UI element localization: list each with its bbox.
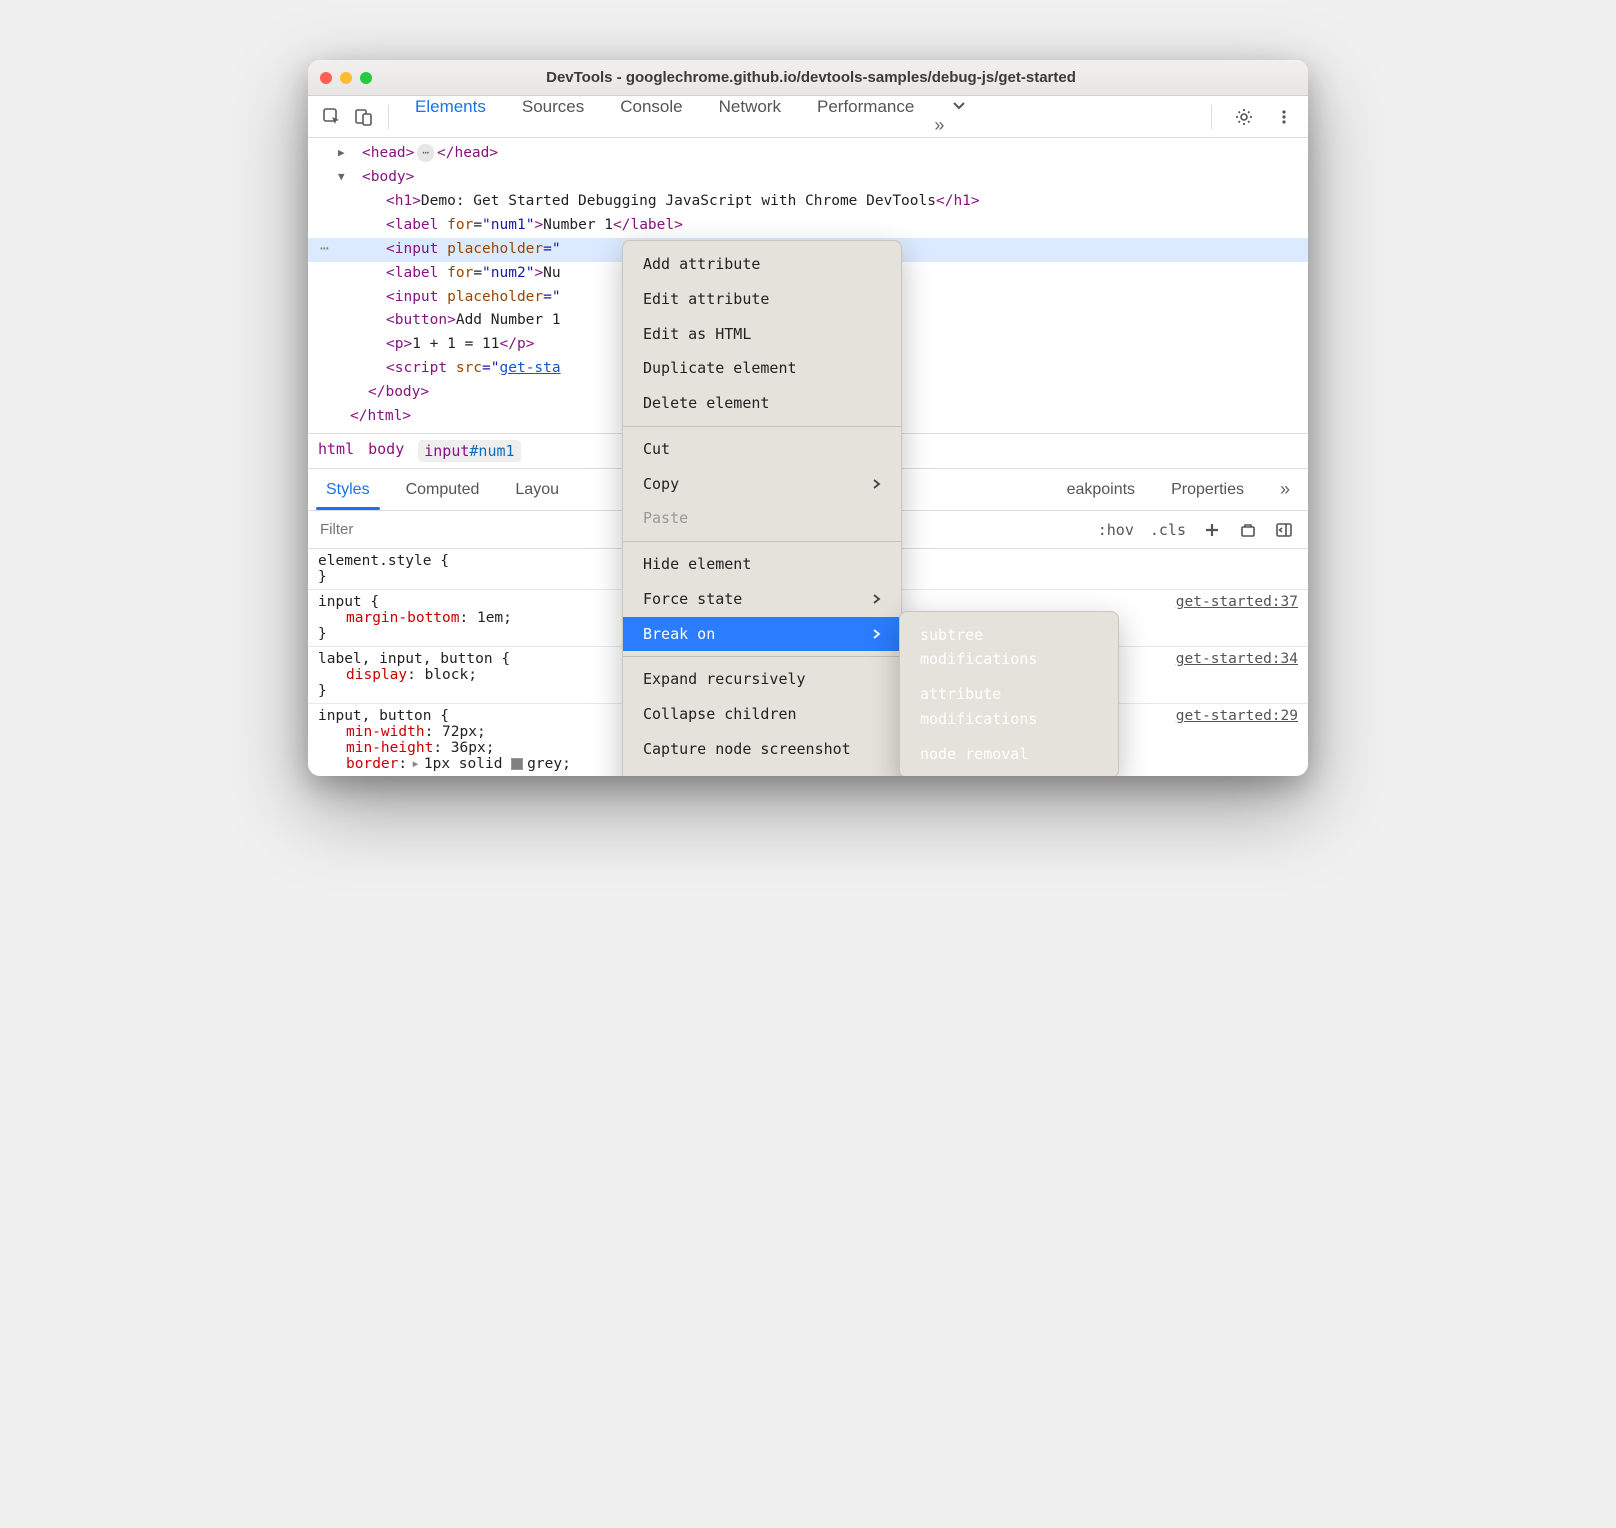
ctx-scroll-into-view[interactable]: Scroll into view — [623, 767, 901, 777]
rule-source-link[interactable]: get-started:34 — [1176, 651, 1298, 667]
rule-source-link[interactable]: get-started:29 — [1176, 708, 1298, 724]
context-submenu-break-on: subtree modifications attribute modifica… — [899, 611, 1119, 777]
new-style-rule-icon[interactable] — [1202, 520, 1222, 540]
ptab-computed[interactable]: Computed — [388, 471, 498, 509]
ctx-node-removal[interactable]: node removal — [900, 737, 1118, 772]
chevron-right-icon — [871, 478, 881, 490]
ctx-edit-attribute[interactable]: Edit attribute — [623, 282, 901, 317]
window-title: DevTools - googlechrome.github.io/devtoo… — [386, 69, 1296, 86]
color-swatch-icon[interactable] — [511, 758, 523, 770]
ctx-copy[interactable]: Copy — [623, 467, 901, 502]
gear-icon[interactable] — [1228, 101, 1260, 133]
expand-shorthand-icon[interactable]: ▸ — [411, 756, 420, 772]
ctx-paste: Paste — [623, 501, 901, 536]
ctx-duplicate-element[interactable]: Duplicate element — [623, 351, 901, 386]
line-actions-icon[interactable] — [320, 238, 358, 262]
rule-source-link[interactable]: get-started:37 — [1176, 594, 1298, 610]
dom-node-body-open[interactable]: ▼<body> — [308, 166, 1308, 190]
ctx-cut[interactable]: Cut — [623, 432, 901, 467]
devtools-window: DevTools - googlechrome.github.io/devtoo… — [308, 60, 1308, 776]
ptab-breakpoints[interactable]: eakpoints — [1049, 471, 1154, 509]
inspect-element-icon[interactable] — [316, 101, 348, 133]
hov-toggle[interactable]: :hov — [1098, 521, 1134, 539]
ctx-separator — [623, 656, 901, 657]
toggle-sidebar-icon[interactable] — [1274, 520, 1294, 540]
ctx-attribute-modifications[interactable]: attribute modifications — [900, 677, 1118, 737]
main-toolbar: Elements Sources Console Network Perform… — [308, 96, 1308, 138]
ctx-add-attribute[interactable]: Add attribute — [623, 247, 901, 282]
dom-node-label1[interactable]: <label for="num1">Number 1</label> — [308, 214, 1308, 238]
crumb-input-num1[interactable]: input#num1 — [418, 440, 520, 462]
ptab-properties[interactable]: Properties — [1153, 471, 1262, 509]
ptab-overflow-icon[interactable]: » — [1262, 469, 1308, 510]
ctx-expand-recursively[interactable]: Expand recursively — [623, 662, 901, 697]
toolbar-separator — [388, 105, 389, 129]
ctx-break-on[interactable]: Break on subtree modifications attribute… — [623, 617, 901, 652]
computed-styles-icon[interactable] — [1238, 520, 1258, 540]
ctx-separator — [623, 426, 901, 427]
kebab-menu-icon[interactable] — [1268, 101, 1300, 133]
ctx-force-state[interactable]: Force state — [623, 582, 901, 617]
ptab-styles[interactable]: Styles — [308, 471, 388, 509]
close-window-button[interactable] — [320, 72, 332, 84]
crumb-body[interactable]: body — [368, 440, 404, 462]
ctx-hide-element[interactable]: Hide element — [623, 547, 901, 582]
ctx-delete-element[interactable]: Delete element — [623, 386, 901, 421]
ctx-subtree-modifications[interactable]: subtree modifications — [900, 618, 1118, 678]
ctx-edit-as-html[interactable]: Edit as HTML — [623, 317, 901, 352]
maximize-window-button[interactable] — [360, 72, 372, 84]
ctx-capture-screenshot[interactable]: Capture node screenshot — [623, 732, 901, 767]
device-toggle-icon[interactable] — [348, 101, 380, 133]
cls-toggle[interactable]: .cls — [1150, 521, 1186, 539]
traffic-lights — [320, 72, 372, 84]
ctx-collapse-children[interactable]: Collapse children — [623, 697, 901, 732]
minimize-window-button[interactable] — [340, 72, 352, 84]
ptab-layout[interactable]: Layou — [497, 471, 577, 509]
chevron-right-icon — [871, 628, 881, 640]
crumb-html[interactable]: html — [318, 440, 354, 462]
dom-node-h1[interactable]: <h1>Demo: Get Started Debugging JavaScri… — [308, 190, 1308, 214]
toolbar-separator — [1211, 105, 1212, 129]
dom-node-head[interactable]: ▶<head>⋯</head> — [308, 142, 1308, 166]
context-menu: Add attribute Edit attribute Edit as HTM… — [622, 240, 902, 776]
dom-tree[interactable]: ▶<head>⋯</head> ▼<body> <h1>Demo: Get St… — [308, 138, 1308, 433]
chevron-right-icon — [871, 593, 881, 605]
ctx-separator — [623, 541, 901, 542]
